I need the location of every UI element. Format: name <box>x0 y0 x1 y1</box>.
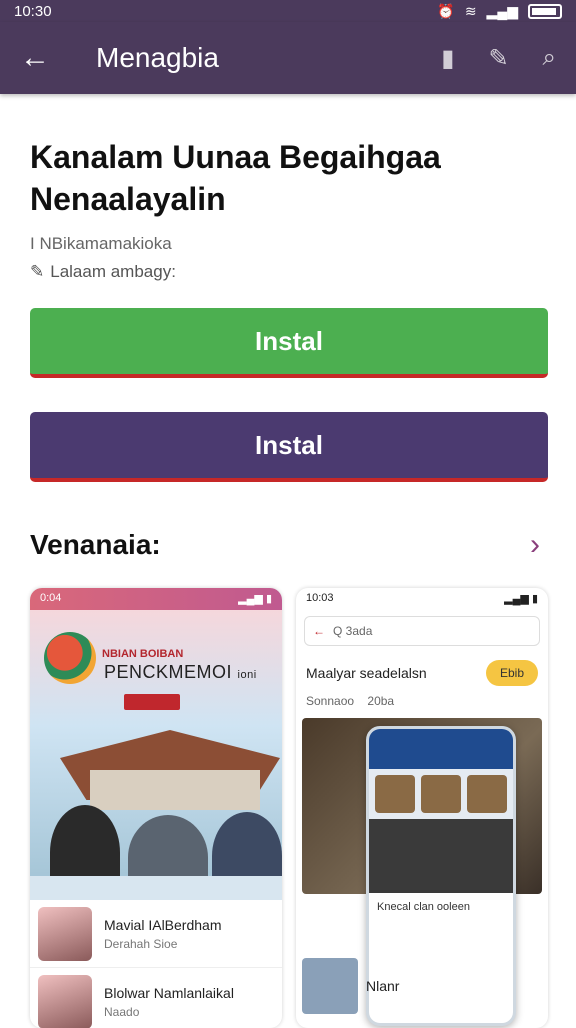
grid-thumb <box>375 775 415 813</box>
logo <box>44 632 96 684</box>
arrow-left-icon: ← <box>313 624 325 638</box>
mini-status-time: 0:04 <box>40 592 61 606</box>
list-item-title: Mavial IAlBerdham <box>104 917 222 933</box>
list-item-subtitle: Derahah Sioe <box>104 937 222 951</box>
app-title: Kanalam Uunaa Begaihgaa Nenaalayalin <box>30 136 550 220</box>
phone-video <box>369 819 513 893</box>
phone-header <box>369 729 513 769</box>
banner-badge <box>124 694 180 710</box>
signal-icon: ▂▄▆ ▮ <box>504 592 538 606</box>
install-button[interactable]: Instal <box>30 308 548 378</box>
alarm-icon: ⏰ <box>437 3 454 20</box>
banner-large-text: PENCKMEMOI ioni <box>104 662 257 683</box>
avatar <box>38 907 92 961</box>
list-item[interactable]: Mavial IAlBerdham Derahah Sioe <box>30 900 282 968</box>
app-meta: ✎ Lalaam ambagy: <box>30 262 550 282</box>
phone-row-text: Knecal clan ooleen <box>369 893 513 921</box>
meta-text: Lalaam ambagy: <box>50 262 176 282</box>
bookmark-icon[interactable]: ▮ <box>441 44 454 73</box>
list-item-subtitle: Naado <box>104 1005 234 1019</box>
install-button-secondary[interactable]: Instal <box>30 412 548 482</box>
pill-button[interactable]: Ebib <box>486 660 538 686</box>
app-bar: ← Menagbia ▮ ✎ ⌕ <box>0 22 576 94</box>
screenshots-header[interactable]: Venanaia: › <box>30 528 550 562</box>
list-item[interactable]: Nlanr <box>302 958 399 1014</box>
status-time: 10:30 <box>14 3 437 20</box>
mini-status-bar: 10:03 ▂▄▆ ▮ <box>296 588 548 610</box>
banner-large-main: PENCKMEMOI <box>104 662 232 682</box>
app-detail: Kanalam Uunaa Begaihgaa Nenaalayalin I N… <box>30 94 550 562</box>
screenshot-1[interactable]: 0:04 ▂▄▆ ▮ NBIAN BOIBAN PENCKMEMOI ioni <box>30 588 282 1028</box>
banner-large-suffix: ioni <box>238 669 257 681</box>
chevron-right-icon[interactable]: › <box>530 528 540 562</box>
screenshot-2[interactable]: 10:03 ▂▄▆ ▮ ← Q 3ada Maalyar seadelalsn … <box>296 588 548 1028</box>
status-icons: ⏰ ≋ ▂▄▆ <box>437 3 562 20</box>
screenshots-carousel[interactable]: 0:04 ▂▄▆ ▮ NBIAN BOIBAN PENCKMEMOI ioni <box>30 588 550 1028</box>
arrow-left-icon[interactable]: ← <box>20 43 60 73</box>
list-item-title: Nlanr <box>366 978 399 994</box>
sub-a: Sonnaoo <box>306 694 354 708</box>
edit-icon[interactable]: ✎ <box>488 44 508 73</box>
search-icon[interactable]: ⌕ <box>543 44 556 73</box>
grid-thumb <box>421 775 461 813</box>
photo-background: Knecal clan ooleen <box>302 718 542 894</box>
mini-status-time: 10:03 <box>306 592 334 606</box>
card-title: Maalyar seadelalsn <box>306 665 427 681</box>
grid-thumb <box>467 775 507 813</box>
list-item-title: Blolwar Namlanlaikal <box>104 985 234 1001</box>
status-bar: 10:30 ⏰ ≋ ▂▄▆ <box>0 0 576 22</box>
card-header: Maalyar seadelalsn Ebib <box>296 652 548 694</box>
search-placeholder: Q 3ada <box>333 624 372 638</box>
phone-grid <box>369 769 513 819</box>
avatar <box>38 975 92 1028</box>
mini-status-bar: 0:04 ▂▄▆ ▮ <box>30 588 282 610</box>
card-subtitle: Sonnaoo 20ba <box>296 694 548 708</box>
thumbnail <box>302 958 358 1014</box>
banner-small-text: NBIAN BOIBAN <box>102 648 183 660</box>
section-title: Venanaia: <box>30 529 161 561</box>
table-surface <box>30 876 282 900</box>
list-item[interactable]: Blolwar Namlanlaikal Naado <box>30 968 282 1028</box>
search-bar[interactable]: ← Q 3ada <box>304 616 540 646</box>
hero-banner: NBIAN BOIBAN PENCKMEMOI ioni <box>30 610 282 900</box>
signal-icon: ▂▄▆ <box>487 3 518 20</box>
app-bar-actions: ▮ ✎ ⌕ <box>441 44 556 73</box>
battery-icon <box>528 4 562 19</box>
sub-b: 20ba <box>367 694 394 708</box>
developer-name[interactable]: I NBikamamakioka <box>30 234 550 254</box>
edit-icon: ✎ <box>30 262 44 282</box>
wifi-icon: ≋ <box>465 3 477 20</box>
app-bar-title: Menagbia <box>96 42 441 74</box>
signal-icon: ▂▄▆ ▮ <box>238 592 272 606</box>
